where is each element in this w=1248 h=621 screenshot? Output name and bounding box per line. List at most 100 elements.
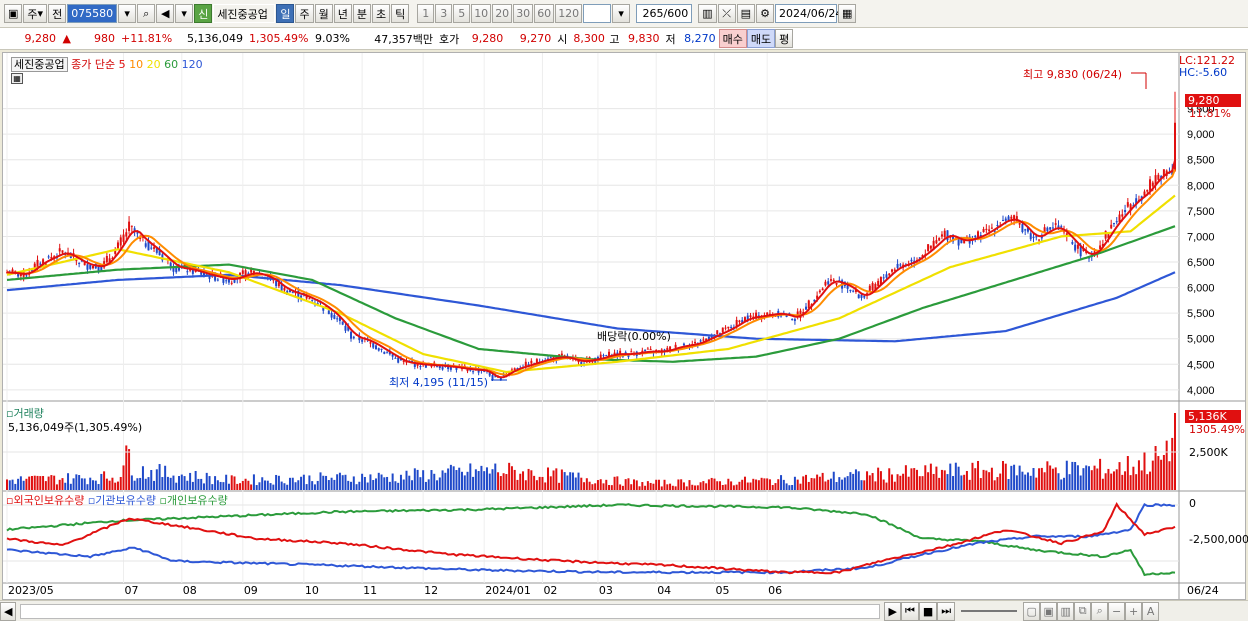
chart-type-icon[interactable]: ▥	[698, 4, 717, 23]
volume-bar	[591, 484, 594, 490]
chart-area[interactable]: 4,000 4,500 5,000 5,500 6,000 6,500 7,000 7,500…	[2, 52, 1248, 600]
volume-bar	[907, 476, 910, 490]
search-icon[interactable]: ⌕	[137, 4, 156, 23]
eval-button[interactable]: 평	[775, 29, 794, 48]
period-tab-1[interactable]: 주	[295, 4, 314, 23]
volume-bar	[128, 449, 131, 490]
volume-bar	[657, 479, 660, 490]
volume-bar	[755, 479, 758, 490]
period-tab-2[interactable]: 월	[314, 4, 333, 23]
candle-body	[25, 275, 28, 277]
speaker-icon[interactable]: ◀	[156, 4, 175, 23]
last-page-icon[interactable]: ⏭	[937, 601, 956, 621]
candle-body	[899, 264, 902, 266]
volume-bar	[1007, 479, 1010, 490]
volume-bar	[313, 484, 316, 490]
stock-name-field: 세진중공업	[213, 4, 276, 23]
stock-tag[interactable]: 세진중공업	[11, 57, 68, 72]
volume-bar	[974, 468, 977, 490]
interval-button-6[interactable]: 60	[534, 4, 555, 23]
volume-bar	[685, 486, 688, 490]
prev-button[interactable]: 전	[48, 4, 67, 23]
layout-icon[interactable]: ▢	[1023, 601, 1041, 621]
interval-custom-input[interactable]	[583, 4, 612, 23]
interval-button-5[interactable]: 30	[513, 4, 534, 23]
volume-bar	[427, 479, 430, 490]
hts-chart-window: ▣ 주 ▾ 전 075580 ▾ ⌕ ◀ ▾ 신 세진중공업 일주월년분초틱 1…	[0, 0, 1248, 621]
scroll-left-icon[interactable]: ◀	[0, 601, 17, 621]
candle-body	[1104, 230, 1107, 239]
period-tab-6[interactable]: 틱	[391, 4, 410, 23]
zoom-in-icon[interactable]: +	[1125, 601, 1143, 621]
volume-bar	[738, 481, 741, 490]
volume-bar	[358, 481, 361, 490]
candle-body	[291, 292, 294, 294]
buy-button[interactable]: 매수	[718, 29, 747, 48]
interval-button-3[interactable]: 10	[471, 4, 492, 23]
period-tab-4[interactable]: 분	[352, 4, 371, 23]
bar-count-input[interactable]: 265/600	[636, 4, 693, 23]
interval-button-2[interactable]: 5	[453, 4, 471, 23]
period-tab-3[interactable]: 년	[333, 4, 352, 23]
calendar-icon[interactable]: ▦	[838, 4, 857, 23]
scroll-right-icon[interactable]: ▶	[884, 601, 901, 621]
chart-menu-button[interactable]: ▣	[4, 4, 23, 23]
compare-icon[interactable]: ⧉	[1074, 601, 1092, 621]
interval-button-1[interactable]: 3	[435, 4, 453, 23]
stop-icon[interactable]: ■	[918, 601, 938, 621]
code-dropdown-icon[interactable]: ▾	[118, 4, 137, 23]
candle-body	[369, 342, 372, 344]
candle-body	[402, 361, 405, 363]
font-size-icon[interactable]: A	[1142, 601, 1160, 621]
calculator-icon[interactable]: ▦	[11, 73, 23, 84]
scrollbar-track[interactable]	[20, 603, 881, 619]
x-axis-label: 06	[768, 584, 783, 597]
volume-bar	[527, 468, 530, 490]
period-tab-0[interactable]: 일	[276, 4, 295, 23]
volume-bar	[877, 467, 880, 490]
candle-body	[222, 278, 225, 283]
grid-icon[interactable]: ▥	[1057, 601, 1075, 621]
candle-body	[350, 331, 353, 339]
volume-bar	[977, 460, 980, 490]
sell-button[interactable]: 매도	[746, 29, 776, 48]
volume-bar	[940, 469, 943, 490]
period-tab-5[interactable]: 초	[371, 4, 391, 23]
price-tick-label: 6,500	[1187, 257, 1215, 269]
candle-body	[186, 271, 189, 273]
volume-bar	[513, 469, 516, 490]
candle-body	[336, 318, 339, 320]
history-dropdown-icon[interactable]: ▾	[175, 4, 194, 23]
interval-button-0[interactable]: 1	[417, 4, 435, 23]
volume-bar	[150, 469, 153, 490]
volume-bar	[308, 475, 311, 490]
volume-bar	[857, 471, 860, 490]
candle-body	[721, 327, 724, 333]
volume-bar	[39, 476, 42, 490]
first-page-icon[interactable]: ⏮	[900, 601, 919, 621]
interval-button-4[interactable]: 20	[492, 4, 513, 23]
magnify-icon[interactable]: ⌕	[1091, 601, 1109, 621]
interval-button-7[interactable]: 120	[555, 4, 583, 23]
candle-body	[92, 265, 95, 269]
candle-body	[860, 294, 863, 298]
candle-body	[119, 237, 122, 246]
interval-dropdown-icon[interactable]: ▾	[612, 4, 631, 23]
volume-bar	[8, 480, 11, 490]
volume-bar	[963, 474, 966, 490]
volume-bar	[719, 481, 722, 490]
price-tick-label: 5,500	[1187, 308, 1215, 320]
type-select[interactable]: 주 ▾	[23, 4, 48, 23]
volume-bar	[927, 472, 930, 490]
split-icon[interactable]: ▣	[1040, 601, 1058, 621]
date-input[interactable]: 2024/06/24	[775, 4, 842, 23]
stock-code-input[interactable]: 075580	[67, 4, 118, 23]
draw-tool-icon[interactable]: ⤫	[717, 4, 736, 23]
candle-body	[674, 344, 677, 348]
candle-body	[386, 352, 389, 354]
zoom-slider[interactable]	[961, 610, 1018, 612]
save-icon[interactable]: ▤	[736, 4, 755, 23]
volume-bar	[827, 479, 830, 490]
zoom-out-icon[interactable]: −	[1108, 601, 1126, 621]
gear-icon[interactable]: ⚙	[756, 4, 774, 23]
